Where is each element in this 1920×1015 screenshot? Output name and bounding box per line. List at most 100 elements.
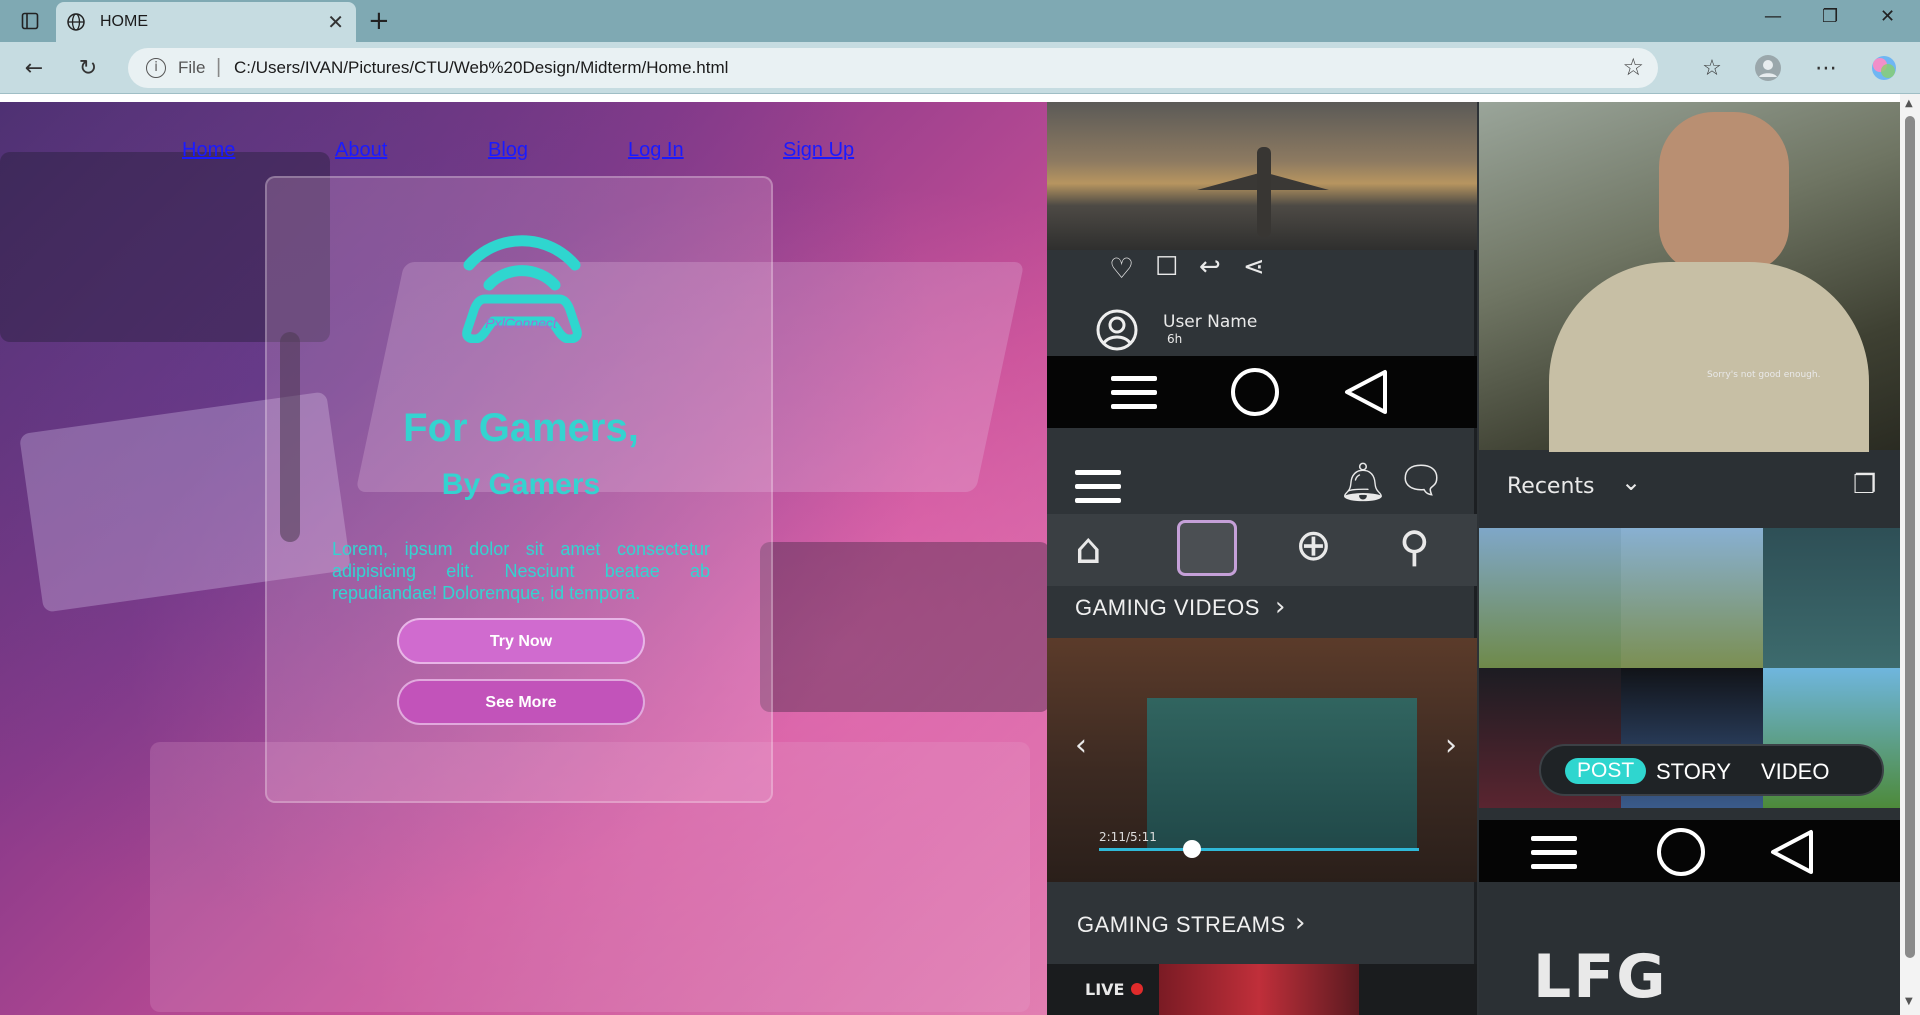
video-progress-bar[interactable]: [1099, 848, 1419, 851]
tab-title: HOME: [100, 13, 148, 30]
chevron-right-icon[interactable]: ›: [1275, 592, 1285, 622]
nav-signup[interactable]: Sign Up: [783, 139, 854, 162]
reload-icon[interactable]: ↻: [72, 52, 104, 84]
hero-body-text: Lorem, ipsum dolor sit amet consectetur …: [332, 539, 710, 603]
video-scrubber[interactable]: [1183, 840, 1201, 858]
section-gaming-videos[interactable]: GAMING VIDEOS: [1075, 595, 1260, 621]
mode-video-tab[interactable]: VIDEO: [1761, 759, 1829, 785]
scrollbar-thumb[interactable]: [1905, 116, 1915, 958]
share-icon[interactable]: ⋖: [1243, 252, 1265, 282]
video-frame: [1147, 698, 1417, 848]
try-now-button[interactable]: Try Now: [397, 618, 645, 664]
more-options-icon[interactable]: ⋯: [1810, 52, 1842, 84]
capture-mode-selector: POST STORY VIDEO: [1539, 744, 1884, 796]
scroll-down-icon[interactable]: ▼: [1905, 996, 1913, 1007]
multi-select-icon[interactable]: ❐: [1853, 470, 1876, 500]
live-dot-icon: [1131, 983, 1143, 995]
live-stream-strip[interactable]: LIVE: [1047, 964, 1477, 1015]
bottom-menu-icon[interactable]: [1531, 836, 1577, 870]
mockup-column-feed: ♡ ☐ ↩ ⋖ User Name 6h 🔔︎ 🗨︎ ⌂ ⊕ ⚲ GAMING …: [1047, 102, 1477, 1015]
hero-card: PxlConnect For Gamers, By Gamers Lorem, …: [265, 176, 773, 803]
mockup-column-recents: Sorry's not good enough. Recents ⌄ ❐ POS…: [1479, 102, 1900, 1015]
app-menu-icon[interactable]: [1075, 470, 1121, 504]
section-gaming-streams[interactable]: GAMING STREAMS: [1077, 912, 1286, 938]
post-user-name: User Name: [1163, 312, 1258, 332]
app-mockups: ♡ ☐ ↩ ⋖ User Name 6h 🔔︎ 🗨︎ ⌂ ⊕ ⚲ GAMING …: [1047, 102, 1900, 1015]
vertical-scrollbar[interactable]: ▲ ▼: [1900, 94, 1920, 1015]
next-chevron-icon[interactable]: ›: [1445, 728, 1457, 763]
back-icon[interactable]: ←: [18, 52, 50, 84]
comment-icon[interactable]: ☐: [1155, 252, 1178, 282]
back-triangle-icon[interactable]: [1343, 368, 1391, 416]
character-face-shape: [1659, 112, 1789, 272]
recent-tile-1[interactable]: [1479, 528, 1621, 668]
bottom-back-triangle-icon[interactable]: [1769, 828, 1817, 876]
url-scheme: File: [178, 58, 206, 77]
nav-login[interactable]: Log In: [628, 139, 684, 162]
url-separator: |: [216, 56, 222, 78]
url-text[interactable]: C:/Users/IVAN/Pictures/CTU/Web%20Design/…: [234, 58, 728, 78]
home-circle-icon[interactable]: [1231, 368, 1279, 416]
recents-label[interactable]: Recents: [1507, 474, 1595, 499]
profile-avatar-icon[interactable]: [1752, 52, 1784, 84]
tab-bar: HOME ✕ + — ❐ ✕: [0, 0, 1920, 42]
minimize-button[interactable]: —: [1764, 6, 1782, 27]
tab-actions-icon[interactable]: [12, 8, 48, 34]
info-icon[interactable]: i: [146, 58, 166, 78]
favorites-icon[interactable]: ☆: [1696, 52, 1728, 84]
stream-thumbnail: [1159, 964, 1359, 1015]
character-image: Sorry's not good enough.: [1479, 102, 1900, 452]
dropdown-chevron-icon[interactable]: ⌄: [1621, 468, 1641, 496]
new-tab-button[interactable]: +: [368, 6, 390, 36]
character-shirt-shape: [1549, 262, 1869, 452]
add-icon[interactable]: ⊕: [1295, 520, 1332, 571]
nav-blog[interactable]: Blog: [488, 139, 528, 162]
user-avatar-icon: [1096, 309, 1138, 351]
like-icon[interactable]: ♡: [1109, 252, 1134, 285]
mode-post-tab[interactable]: POST: [1565, 758, 1647, 784]
system-nav-bar-bottom: [1479, 820, 1900, 882]
bg-console: [760, 542, 1047, 712]
browser-toolbar: ← ↻ i File | C:/Users/IVAN/Pictures/CTU/…: [0, 42, 1920, 94]
bottom-home-circle-icon[interactable]: [1657, 828, 1705, 876]
maximize-button[interactable]: ❐: [1822, 6, 1838, 27]
favorite-star-icon[interactable]: ☆: [1622, 53, 1644, 81]
recent-tile-2[interactable]: [1621, 528, 1763, 668]
page-viewport: Home About Blog Log In Sign Up PxlConnec…: [0, 94, 1920, 1015]
notification-bell-icon[interactable]: 🔔︎: [1339, 460, 1387, 505]
streams-chevron-icon[interactable]: ›: [1295, 908, 1305, 938]
lfg-label: LFG: [1533, 942, 1668, 1012]
logo-text: PxlConnect: [485, 315, 557, 331]
hero-section: Home About Blog Log In Sign Up PxlConnec…: [0, 102, 1047, 1015]
bottom-tab-bar: ⌂ ⊕ ⚲: [1047, 514, 1477, 586]
gaming-tab-active-icon[interactable]: [1177, 520, 1237, 576]
menu-icon[interactable]: [1111, 376, 1157, 410]
post-time: 6h: [1167, 332, 1183, 346]
close-tab-icon[interactable]: ✕: [327, 10, 344, 35]
hero-title: For Gamers,: [403, 406, 639, 450]
video-timestamp: 2:11/5:11: [1099, 830, 1157, 844]
live-label: LIVE: [1085, 980, 1125, 999]
window-close-button[interactable]: ✕: [1880, 6, 1895, 27]
browser-tab[interactable]: HOME ✕: [56, 2, 356, 42]
system-nav-bar-top: [1047, 356, 1477, 428]
recent-tile-3[interactable]: [1763, 528, 1900, 668]
nav-about[interactable]: About: [335, 139, 387, 162]
jet-body-shape: [1257, 147, 1271, 237]
nav-home[interactable]: Home: [182, 139, 235, 162]
see-more-button[interactable]: See More: [397, 679, 645, 725]
hero-subtitle: By Gamers: [441, 468, 601, 501]
home-icon[interactable]: ⌂: [1075, 524, 1102, 573]
reply-icon[interactable]: ↩: [1199, 252, 1221, 282]
chat-icon[interactable]: 🗨︎: [1397, 458, 1445, 503]
prev-chevron-icon[interactable]: ‹: [1075, 728, 1087, 763]
post-image: [1047, 102, 1477, 250]
globe-icon: [67, 13, 85, 31]
search-icon[interactable]: ⚲: [1399, 522, 1430, 571]
copilot-icon[interactable]: [1868, 52, 1900, 84]
address-bar[interactable]: i File | C:/Users/IVAN/Pictures/CTU/Web%…: [128, 48, 1658, 88]
scroll-up-icon[interactable]: ▲: [1905, 98, 1913, 109]
video-player[interactable]: ‹ › 2:11/5:11: [1047, 638, 1477, 882]
subtitle-caption: Sorry's not good enough.: [1707, 370, 1821, 380]
mode-story-tab[interactable]: STORY: [1656, 759, 1731, 785]
